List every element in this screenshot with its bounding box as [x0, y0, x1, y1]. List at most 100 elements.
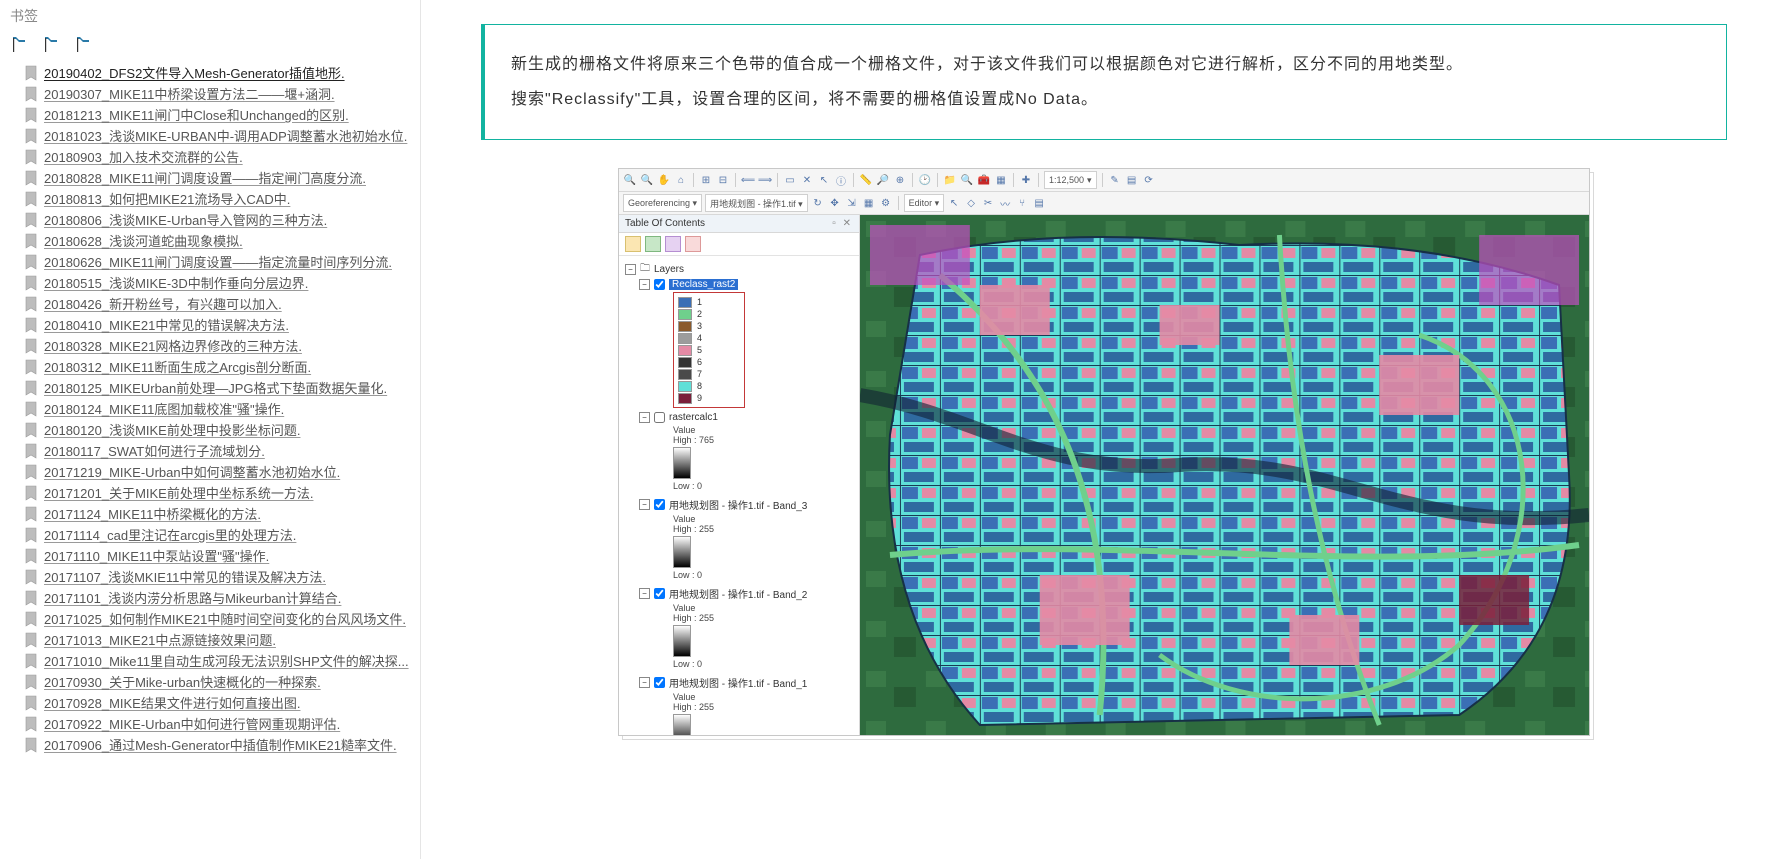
arcmap-figure: 🔍 🔍 ✋ ⌂ ⊞ ⊟ ⟸ ⟹ ▭ ✕ ↖ ⓘ [481, 168, 1727, 736]
toolbox-icon[interactable]: 🧰 [977, 173, 991, 187]
bookmark-item[interactable]: 20171201_关于MIKE前处理中坐标系统一方法. [24, 482, 414, 503]
bookmark-icon [24, 338, 38, 354]
identify-icon[interactable]: ⓘ [834, 173, 848, 187]
layer-reclass[interactable]: −Reclass_rast2 [639, 279, 855, 290]
bookmark-label: 20171114_cad里注记在arcgis里的处理方法. [44, 525, 414, 544]
bookmark-item[interactable]: 20180410_MIKE21中常见的错误解决方法. [24, 314, 414, 335]
bookmark-item[interactable]: 20180426_新开粉丝号，有兴趣可以加入. [24, 293, 414, 314]
bookmark-item[interactable]: 20180328_MIKE21网格边界修改的三种方法. [24, 335, 414, 356]
toc-view-buttons[interactable] [619, 233, 859, 256]
bookmark-flag-icon[interactable] [10, 36, 28, 54]
bookmark-icon [24, 149, 38, 165]
bookmark-item[interactable]: 20171107_浅谈MKIE11中常见的错误及解决方法. [24, 566, 414, 587]
bookmark-item[interactable]: 20170906_通过Mesh-Generator中插值制作MIKE21糙率文件… [24, 734, 414, 755]
bookmark-item[interactable]: 20171013_MIKE21中点源链接效果问题. [24, 629, 414, 650]
bookmark-item[interactable]: 20180903_加入技术交流群的公告. [24, 146, 414, 167]
bookmark-item[interactable]: 20180124_MIKE11底图加载校准"骚"操作. [24, 398, 414, 419]
bookmark-label: 20170928_MIKE结果文件进行如何直接出图. [44, 693, 414, 712]
forward-extent-icon[interactable]: ⟹ [758, 173, 772, 187]
search-icon[interactable]: 🔍 [960, 173, 974, 187]
xy-icon[interactable]: ⊕ [893, 173, 907, 187]
fixed-zoom-out-icon[interactable]: ⊟ [716, 173, 730, 187]
bookmark-item[interactable]: 20170930_关于Mike-urban快速概化的一种探索. [24, 671, 414, 692]
zoom-in-icon[interactable]: 🔍 [623, 173, 637, 187]
georeferencing-dropdown[interactable]: Georeferencing ▾ [623, 194, 702, 212]
bookmark-item[interactable]: 20171110_MIKE11中泵站设置"骚"操作. [24, 545, 414, 566]
editor-toolbar-icon[interactable]: ✎ [1108, 173, 1122, 187]
bookmark-item[interactable]: 20180813_如何把MIKE21流场导入CAD中. [24, 188, 414, 209]
bookmark-flag-icon[interactable] [42, 36, 60, 54]
bookmark-item[interactable]: 20180515_浅谈MIKE-3D中制作垂向分层边界. [24, 272, 414, 293]
layer-band[interactable]: −用地规划图 - 操作1.tif - Band_1ValueHigh : 255… [639, 675, 855, 735]
cut-polygon-icon[interactable]: ✂ [981, 196, 995, 210]
bookmark-item[interactable]: 20180125_MIKEUrban前处理—JPG格式下垫面数据矢量化. [24, 377, 414, 398]
reshape-icon[interactable]: 〰 [998, 196, 1012, 210]
bookmark-item[interactable]: 20171010_Mike11里自动生成河段无法识别SHP文件的解决探... [24, 650, 414, 671]
split-icon[interactable]: ⑂ [1015, 196, 1029, 210]
bookmark-icon [24, 569, 38, 585]
bookmark-item[interactable]: 20180828_MIKE11闸门调度设置——指定闸门高度分流. [24, 167, 414, 188]
clear-selection-icon[interactable]: ✕ [800, 173, 814, 187]
scale-input[interactable]: 1:12,500▾ [1044, 171, 1097, 189]
auto-adjust-icon[interactable]: ⚙ [879, 196, 893, 210]
editor-dropdown[interactable]: Editor ▾ [904, 194, 945, 212]
layer-band[interactable]: −用地规划图 - 操作1.tif - Band_2ValueHigh : 255… [639, 586, 855, 669]
catalog-icon[interactable]: 📁 [943, 173, 957, 187]
bookmark-icon [24, 359, 38, 375]
bookmark-item[interactable]: 20171219_MIKE-Urban中如何调整蓄水池初始水位. [24, 461, 414, 482]
toc-tree[interactable]: −🗀Layers −Reclass_rast2 123456789 −raste… [619, 256, 859, 735]
attributes-icon[interactable]: ▤ [1032, 196, 1046, 210]
georef-target-dropdown[interactable]: 用地规划图 - 操作1.tif ▾ [705, 194, 808, 212]
layout-icon[interactable]: ▤ [1125, 173, 1139, 187]
shift-icon[interactable]: ✥ [828, 196, 842, 210]
bookmark-item[interactable]: 20181023_浅谈MIKE-URBAN中-调用ADP调整蓄水池初始水位. [24, 125, 414, 146]
map-canvas[interactable] [860, 215, 1589, 735]
bookmark-item[interactable]: 20180312_MIKE11断面生成之Arcgis剖分断面. [24, 356, 414, 377]
bookmark-item[interactable]: 20180628_浅谈河道蛇曲现象模拟. [24, 230, 414, 251]
pan-icon[interactable]: ✋ [657, 173, 671, 187]
rotate-icon[interactable]: ↻ [811, 196, 825, 210]
full-extent-icon[interactable]: ⌂ [674, 173, 688, 187]
bookmark-item[interactable]: 20190307_MIKE11中桥梁设置方法二——堰+涵洞. [24, 83, 414, 104]
bookmark-label: 20180125_MIKEUrban前处理—JPG格式下垫面数据矢量化. [44, 378, 414, 397]
toc-window-controls[interactable]: ▫ ✕ [832, 218, 853, 229]
zoom-out-icon[interactable]: 🔍 [640, 173, 654, 187]
bookmark-item[interactable]: 20190402_DFS2文件导入Mesh-Generator插值地形. [24, 62, 414, 83]
bookmark-item[interactable]: 20171101_浅谈内涝分析思路与Mikeurban计算结合. [24, 587, 414, 608]
refresh-icon[interactable]: ⟳ [1142, 173, 1156, 187]
measure-icon[interactable]: 📏 [859, 173, 873, 187]
bookmark-flag-icon[interactable] [74, 36, 92, 54]
bookmark-list[interactable]: 20190402_DFS2文件导入Mesh-Generator插值地形.2019… [0, 62, 420, 859]
bookmark-icon [24, 128, 38, 144]
bookmark-item[interactable]: 20181213_MIKE11闸门中Close和Unchanged的区别. [24, 104, 414, 125]
bookmark-label: 20181023_浅谈MIKE-URBAN中-调用ADP调整蓄水池初始水位. [44, 126, 414, 145]
bookmark-item[interactable]: 20180806_浅谈MIKE-Urban导入管网的三种方法. [24, 209, 414, 230]
scale-icon[interactable]: ⇲ [845, 196, 859, 210]
edit-tool-icon[interactable]: ↖ [947, 196, 961, 210]
select-icon[interactable]: ▭ [783, 173, 797, 187]
bookmark-icon [24, 212, 38, 228]
arcmap-window: 🔍 🔍 ✋ ⌂ ⊞ ⊟ ⟸ ⟹ ▭ ✕ ↖ ⓘ [618, 168, 1590, 736]
fixed-zoom-in-icon[interactable]: ⊞ [699, 173, 713, 187]
link-table-icon[interactable]: ▦ [862, 196, 876, 210]
bookmark-label: 20171010_Mike11里自动生成河段无法识别SHP文件的解决探... [44, 651, 414, 670]
layer-band[interactable]: −用地规划图 - 操作1.tif - Band_3ValueHigh : 255… [639, 497, 855, 580]
time-slider-icon[interactable]: 🕑 [918, 173, 932, 187]
add-data-icon[interactable]: ✚ [1019, 173, 1033, 187]
bookmark-item[interactable]: 20171025_如何制作MIKE21中随时间空间变化的台风风场文件. [24, 608, 414, 629]
python-icon[interactable]: ▦ [994, 173, 1008, 187]
back-extent-icon[interactable]: ⟸ [741, 173, 755, 187]
bookmark-item[interactable]: 20170922_MIKE-Urban中如何进行管网重现期评估. [24, 713, 414, 734]
edit-vertices-icon[interactable]: ◇ [964, 196, 978, 210]
bookmark-item[interactable]: 20171124_MIKE11中桥梁概化的方法. [24, 503, 414, 524]
bookmark-item[interactable]: 20180117_SWAT如何进行子流域划分. [24, 440, 414, 461]
pointer-icon[interactable]: ↖ [817, 173, 831, 187]
bookmark-item[interactable]: 20180120_浅谈MIKE前处理中投影坐标问题. [24, 419, 414, 440]
bookmark-item[interactable]: 20171114_cad里注记在arcgis里的处理方法. [24, 524, 414, 545]
find-icon[interactable]: 🔎 [876, 173, 890, 187]
layer-rastercalc[interactable]: −rastercalc1 [639, 412, 855, 423]
bookmark-label: 20171013_MIKE21中点源链接效果问题. [44, 630, 414, 649]
arcmap-toolbar: 🔍 🔍 ✋ ⌂ ⊞ ⊟ ⟸ ⟹ ▭ ✕ ↖ ⓘ [619, 169, 1589, 192]
bookmark-item[interactable]: 20180626_MIKE11闸门调度设置——指定流量时间序列分流. [24, 251, 414, 272]
bookmark-item[interactable]: 20170928_MIKE结果文件进行如何直接出图. [24, 692, 414, 713]
